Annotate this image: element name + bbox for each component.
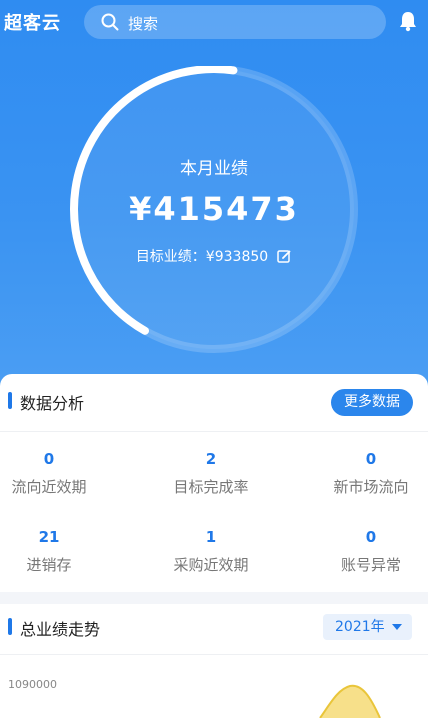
search-bar[interactable]: 搜索 [84, 5, 386, 39]
stat-value: 0 [43, 450, 55, 468]
app-title: 超客云 [4, 13, 61, 34]
stat-label: 流向近效期 [11, 478, 87, 496]
more-data-button[interactable]: 更多数据 [331, 389, 413, 416]
search-icon [101, 13, 119, 31]
stat-item[interactable]: 0 账号异常 [300, 528, 428, 575]
stat-item[interactable]: 0 新市场流向 [300, 450, 428, 497]
bell-icon[interactable] [397, 10, 419, 32]
stat-label: 进销存 [26, 556, 72, 574]
stat-label: 采购近效期 [173, 556, 249, 574]
data-analysis-card: 数据分析 更多数据 0 流向近效期 2 目标完成率 0 新市场流向 21 进销存… [0, 374, 428, 592]
divider [0, 654, 428, 655]
stat-item[interactable]: 1 采购近效期 [140, 528, 282, 575]
caret-down-icon [392, 624, 402, 630]
section-gap [0, 592, 428, 604]
analysis-title: 数据分析 [20, 394, 85, 413]
trend-card: 总业绩走势 2021年 1090000 [0, 604, 428, 718]
stat-label: 新市场流向 [333, 478, 409, 496]
stat-value: 1 [205, 528, 217, 546]
stat-item[interactable]: 2 目标完成率 [140, 450, 282, 497]
section-accent-bar [8, 618, 12, 635]
stat-item[interactable]: 21 进销存 [0, 528, 120, 575]
trend-chart [319, 684, 381, 718]
trend-header: 总业绩走势 2021年 [0, 604, 428, 654]
stat-label: 目标完成率 [173, 478, 249, 496]
stat-item[interactable]: 0 流向近效期 [0, 450, 120, 497]
edit-icon[interactable] [276, 248, 292, 264]
stat-value: 0 [365, 528, 377, 546]
top-bar: 超客云 搜索 [0, 0, 428, 44]
section-accent-bar [8, 392, 12, 409]
target-row: 目标业绩：¥933850 [46, 246, 382, 266]
monthly-value: ¥415473 [129, 190, 299, 228]
trend-title: 总业绩走势 [20, 620, 101, 639]
monthly-label: 本月业绩 [180, 159, 248, 179]
analysis-header: 数据分析 更多数据 [0, 374, 428, 424]
stat-label: 账号异常 [340, 556, 401, 574]
stat-value: 0 [365, 450, 377, 468]
year-select-value: 2021年 [335, 619, 385, 635]
stat-value: 2 [205, 450, 217, 468]
stat-value: 21 [38, 528, 60, 546]
divider [0, 431, 428, 432]
target-label: 目标业绩：¥933850 [135, 249, 269, 265]
search-placeholder: 搜索 [128, 15, 159, 33]
year-select[interactable]: 2021年 [323, 614, 412, 640]
